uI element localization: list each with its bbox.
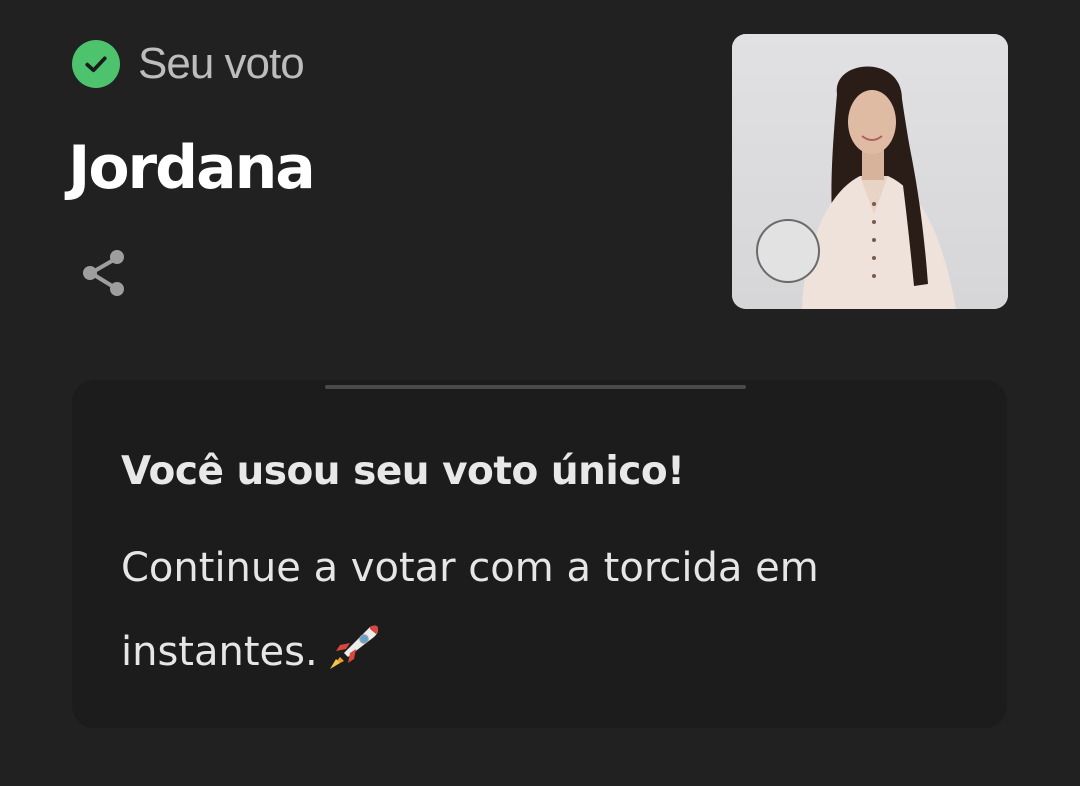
vote-status-label: Seu voto bbox=[138, 39, 305, 88]
rocket-icon bbox=[326, 616, 382, 700]
message-body: Continue a votar com a torcida em instan… bbox=[121, 526, 941, 700]
vote-status: Seu voto bbox=[72, 38, 305, 90]
share-icon bbox=[83, 250, 124, 296]
candidate-avatar-badge bbox=[756, 219, 820, 283]
vote-result-screen: Seu voto Jordana Você usou seu voto únic… bbox=[0, 0, 1080, 786]
message-body-text: Continue a votar com a torcida em instan… bbox=[121, 545, 819, 675]
message-title: Você usou seu voto único! bbox=[121, 449, 685, 494]
share-button[interactable] bbox=[74, 244, 132, 302]
drag-handle[interactable] bbox=[325, 385, 746, 389]
candidate-name: Jordana bbox=[68, 133, 316, 203]
check-circle-icon bbox=[72, 40, 120, 88]
